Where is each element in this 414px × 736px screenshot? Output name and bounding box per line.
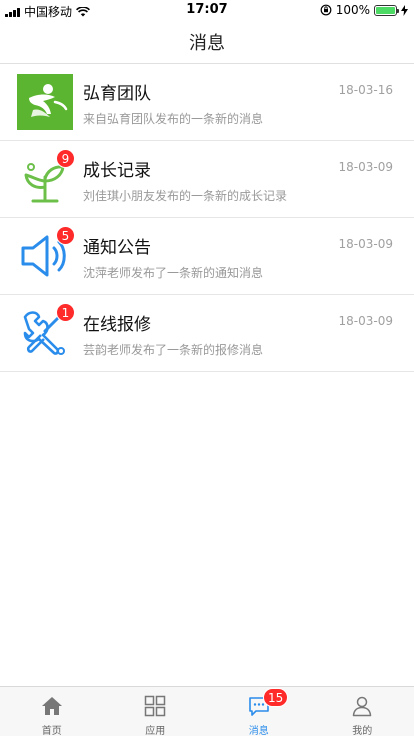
message-title: 在线报修	[83, 315, 151, 335]
charging-icon	[401, 4, 408, 16]
unread-badge: 5	[56, 226, 75, 245]
messages-badge: 15	[263, 688, 289, 707]
tab-profile[interactable]: 我的	[311, 687, 414, 736]
rotation-lock-icon	[320, 4, 332, 16]
message-list: 弘育团队 来自弘育团队发布的一条新的消息 18-03-16 9 成长记录 刘佳琪…	[0, 64, 414, 372]
message-preview: 刘佳琪小朋友发布的一条新的成长记录	[83, 189, 288, 203]
status-right: 100%	[320, 3, 408, 17]
battery-label: 100%	[335, 3, 370, 17]
tab-apps[interactable]: 应用	[104, 687, 208, 736]
message-title: 成长记录	[83, 161, 151, 181]
message-preview: 来自弘育团队发布的一条新的消息	[83, 112, 264, 126]
message-title: 弘育团队	[83, 84, 151, 104]
status-bar: 中国移动 17:07 100%	[0, 0, 414, 20]
message-date: 18-03-09	[338, 314, 393, 328]
team-logo-icon	[17, 74, 73, 130]
battery-icon	[374, 4, 399, 16]
message-item-growth[interactable]: 9 成长记录 刘佳琪小朋友发布的一条新的成长记录 18-03-09	[0, 141, 414, 218]
message-date: 18-03-09	[338, 237, 393, 251]
message-date: 18-03-09	[338, 160, 393, 174]
message-title: 通知公告	[83, 238, 151, 258]
message-preview: 沈萍老师发布了一条新的通知消息	[83, 266, 264, 280]
unread-badge: 1	[56, 303, 75, 322]
tab-label: 我的	[352, 726, 373, 736]
user-icon	[350, 694, 374, 718]
screen: 中国移动 17:07 100% 消息 弘育团队 来自弘育团队发布的一条新的消息 …	[0, 0, 414, 736]
tab-label: 消息	[248, 726, 269, 736]
apps-grid-icon	[143, 694, 167, 718]
nav-bar: 消息	[0, 20, 414, 64]
message-item-repair[interactable]: 1 在线报修 芸韵老师发布了一条新的报修消息 18-03-09	[0, 295, 414, 372]
unread-badge: 9	[56, 149, 75, 168]
tab-bar: 首页 应用 15 消息 我的	[0, 686, 414, 736]
home-icon	[40, 694, 64, 718]
tab-label: 应用	[145, 726, 166, 736]
tab-label: 首页	[41, 726, 62, 736]
message-item-notice[interactable]: 5 通知公告 沈萍老师发布了一条新的通知消息 18-03-09	[0, 218, 414, 295]
message-preview: 芸韵老师发布了一条新的报修消息	[83, 343, 264, 357]
message-date: 18-03-16	[338, 83, 393, 97]
message-item-team[interactable]: 弘育团队 来自弘育团队发布的一条新的消息 18-03-16	[0, 64, 414, 141]
tab-messages[interactable]: 15 消息	[207, 687, 311, 736]
tab-home[interactable]: 首页	[0, 687, 104, 736]
page-title: 消息	[189, 32, 225, 54]
